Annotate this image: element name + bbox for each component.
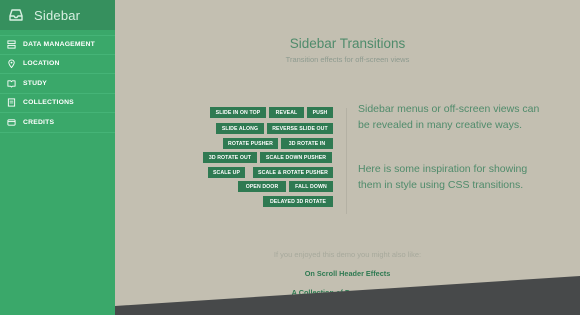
vertical-divider: [346, 108, 347, 214]
button-slide-along[interactable]: SLIDE ALONG: [216, 123, 264, 134]
sidebar-header: Sidebar: [0, 0, 115, 30]
sidebar-item-label: COLLECTIONS: [23, 99, 74, 107]
button-3d-rotate-out[interactable]: 3D ROTATE OUT: [203, 152, 257, 163]
sidebar: Sidebar DATA MANAGEMENT LOCATION STUDY C…: [0, 0, 115, 315]
related-link-page-transitions[interactable]: A Collection of Page Transitions: [115, 288, 580, 297]
storage-icon: [7, 40, 16, 49]
button-3d-rotate-in[interactable]: 3D ROTATE IN: [281, 138, 333, 149]
button-open-door[interactable]: OPEN DOOR: [238, 181, 286, 192]
button-reveal[interactable]: REVEAL: [269, 107, 304, 118]
page-subtitle: Transition effects for off-screen views: [285, 55, 410, 64]
inbox-icon: [9, 9, 23, 21]
button-fall-down[interactable]: FALL DOWN: [289, 181, 333, 192]
sidebar-item-data-management[interactable]: DATA MANAGEMENT: [0, 35, 115, 55]
credits-icon: [7, 119, 16, 126]
button-reverse-slide-out[interactable]: REVERSE SLIDE OUT: [267, 123, 333, 134]
sidebar-item-collections[interactable]: COLLECTIONS: [0, 94, 115, 113]
study-icon: [7, 80, 16, 88]
button-delayed-3d-rotate[interactable]: DELAYED 3D ROTATE: [263, 196, 333, 207]
button-push[interactable]: PUSH: [307, 107, 333, 118]
page-title: Sidebar Transitions: [289, 36, 406, 51]
related-link-scroll-header[interactable]: On Scroll Header Effects: [115, 269, 580, 278]
collections-icon: [7, 98, 16, 107]
main-panel: Sidebar Transitions Transition effects f…: [115, 0, 580, 306]
sidebar-item-location[interactable]: LOCATION: [0, 55, 115, 74]
sidebar-item-label: LOCATION: [23, 60, 60, 68]
sidebar-title: Sidebar: [34, 7, 81, 23]
description-paragraph-2: Here is some inspiration for showing the…: [358, 163, 528, 191]
sidebar-item-study[interactable]: STUDY: [0, 74, 115, 94]
button-scale-up[interactable]: SCALE UP: [208, 167, 245, 178]
button-rotate-pusher[interactable]: ROTATE PUSHER: [223, 138, 278, 149]
related-intro: If you enjoyed this demo you might also …: [273, 250, 422, 259]
location-pin-icon: [8, 59, 15, 69]
description-paragraph-1: Sidebar menus or off-screen views can be…: [358, 103, 540, 131]
sidebar-item-label: CREDITS: [23, 118, 55, 126]
sidebar-item-label: DATA MANAGEMENT: [23, 41, 95, 49]
sidebar-item-credits[interactable]: CREDITS: [0, 113, 115, 133]
button-scale-down-pusher[interactable]: SCALE DOWN PUSHER: [260, 152, 332, 163]
button-scale-and-rotate-pusher[interactable]: SCALE & ROTATE PUSHER: [253, 167, 333, 178]
sidebar-item-label: STUDY: [23, 79, 48, 87]
button-slide-in-on-top[interactable]: SLIDE IN ON TOP: [210, 107, 266, 118]
